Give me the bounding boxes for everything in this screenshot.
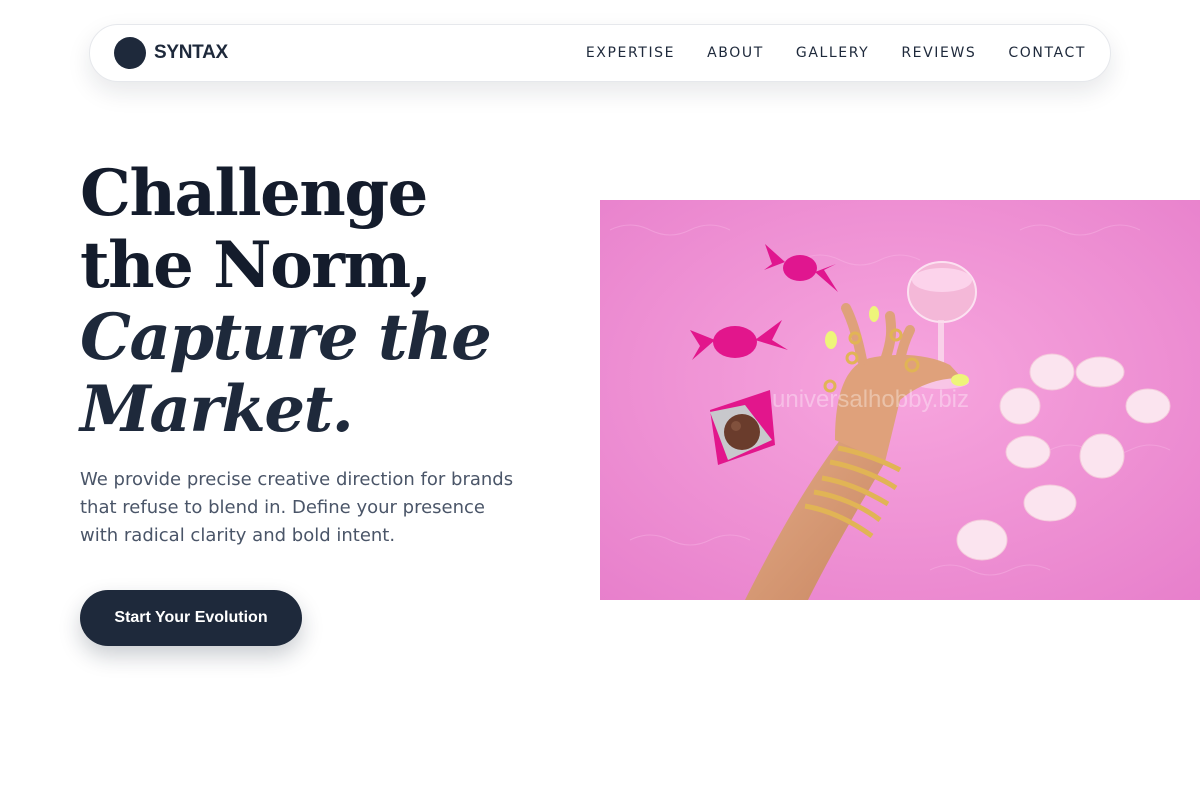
image-watermark: universalhobby.biz bbox=[772, 386, 970, 413]
start-evolution-button[interactable]: Start Your Evolution bbox=[80, 590, 302, 646]
brand-circle-icon bbox=[114, 37, 146, 69]
nav-link-expertise[interactable]: EXPERTISE bbox=[586, 45, 675, 61]
nav-link-contact[interactable]: CONTACT bbox=[1008, 45, 1086, 61]
hero-title-line-2: the Norm, bbox=[80, 228, 432, 303]
hero-description: We provide precise creative direction fo… bbox=[80, 469, 514, 546]
nav-link-gallery[interactable]: GALLERY bbox=[796, 45, 869, 61]
brand-name: SYNTAX bbox=[154, 42, 228, 63]
hero-image: universalhobby.biz bbox=[600, 200, 1200, 600]
hero-title-line-4: Market. bbox=[80, 372, 354, 447]
hero-title-line-1: Challenge bbox=[80, 156, 428, 231]
hero-title-line-3: Capture the bbox=[80, 300, 492, 375]
nav-link-reviews[interactable]: REVIEWS bbox=[901, 45, 976, 61]
nav-link-about[interactable]: ABOUT bbox=[707, 45, 764, 61]
hero-title: Challenge the Norm, Capture the Market. bbox=[80, 158, 580, 446]
brand-logo[interactable]: SYNTAX bbox=[114, 37, 228, 69]
navbar: SYNTAX EXPERTISE ABOUT GALLERY REVIEWS C… bbox=[89, 24, 1111, 82]
nav-links: EXPERTISE ABOUT GALLERY REVIEWS CONTACT bbox=[586, 44, 1086, 62]
